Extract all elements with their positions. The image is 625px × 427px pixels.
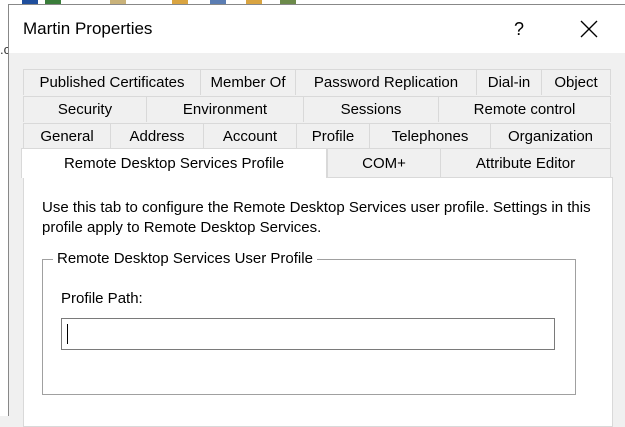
tab-dial-in[interactable]: Dial-in — [476, 69, 542, 95]
tab-profile[interactable]: Profile — [296, 123, 370, 149]
tab-organization[interactable]: Organization — [490, 123, 611, 149]
title-bar[interactable]: Martin Properties ? — [9, 5, 625, 53]
tab-security[interactable]: Security — [23, 96, 147, 122]
tab-attribute-editor[interactable]: Attribute Editor — [440, 148, 611, 178]
group-title: Remote Desktop Services User Profile — [53, 250, 317, 267]
tab-member-of[interactable]: Member Of — [200, 69, 296, 95]
window-title: Martin Properties — [23, 19, 153, 38]
close-icon — [580, 20, 598, 38]
tab-general[interactable]: General — [23, 123, 111, 149]
help-button[interactable]: ? — [499, 13, 539, 45]
tab-com-plus[interactable]: COM+ — [327, 148, 441, 178]
tab-published-certificates[interactable]: Published Certificates — [23, 69, 201, 95]
tab-telephones[interactable]: Telephones — [369, 123, 491, 149]
tab-remote-desktop-services-profile[interactable]: Remote Desktop Services Profile — [21, 148, 327, 178]
tab-password-replication[interactable]: Password Replication — [295, 69, 477, 95]
tab-environment[interactable]: Environment — [146, 96, 304, 122]
properties-dialog: Martin Properties ? Published Certificat… — [8, 4, 625, 427]
background-window-edge: .c — [0, 6, 10, 416]
tab-object[interactable]: Object — [541, 69, 611, 95]
user-profile-group: Remote Desktop Services User Profile Pro… — [42, 250, 576, 395]
tab-address[interactable]: Address — [110, 123, 204, 149]
tab-sessions[interactable]: Sessions — [303, 96, 439, 122]
profile-path-label: Profile Path: — [61, 290, 143, 307]
profile-path-input[interactable] — [61, 318, 555, 350]
tab-description: Use this tab to configure the Remote Des… — [42, 199, 591, 236]
tab-account[interactable]: Account — [203, 123, 297, 149]
text-caret — [67, 324, 68, 344]
tab-page: Use this tab to configure the Remote Des… — [23, 177, 613, 427]
tab-remote-control[interactable]: Remote control — [438, 96, 611, 122]
close-button[interactable] — [569, 13, 609, 45]
